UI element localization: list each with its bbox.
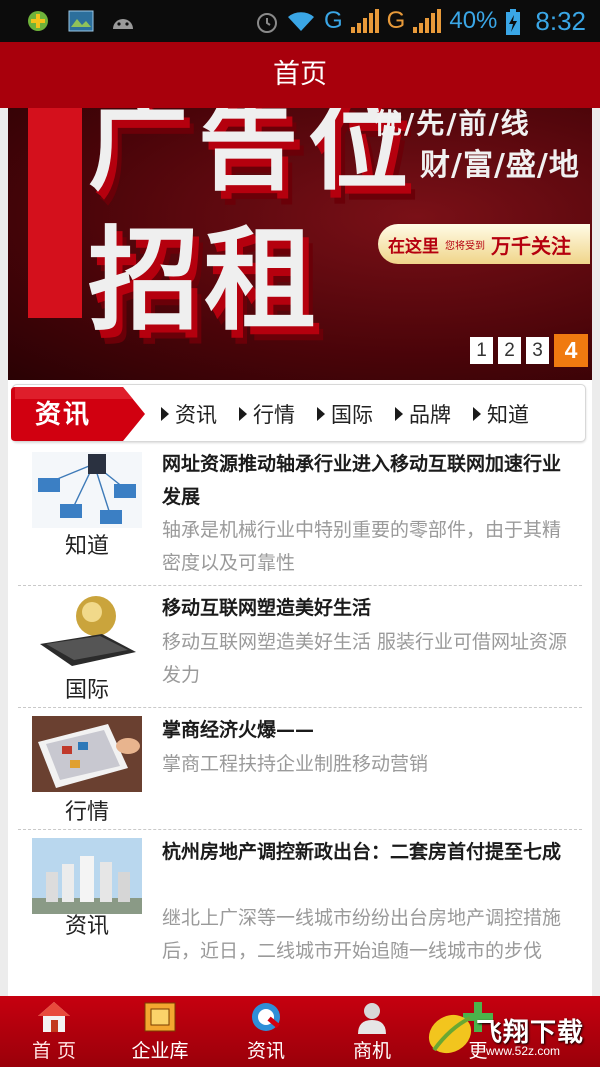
news-thumbnail [32, 838, 142, 914]
ad-banner[interactable]: 广告位 招租 优/先/前/线 财/富/盛/地 在这里 您将受到 万千关注 1 2… [8, 108, 592, 380]
banner-page-2[interactable]: 2 [498, 337, 521, 364]
tab-brand[interactable]: 品牌 [395, 399, 451, 429]
tab-label: 资讯 [246, 1040, 285, 1062]
banner-pill-text-c: 万千关注 [491, 233, 571, 258]
clock: 8:32 [535, 5, 586, 36]
banner-pill: 在这里 您将受到 万千关注 [378, 224, 590, 264]
tab-label: 商机 [352, 1040, 391, 1062]
tab-label: 企业库 [131, 1040, 189, 1062]
watermark-url: www.52z.com [486, 1044, 561, 1058]
home-icon [38, 1002, 70, 1032]
tab-market[interactable]: 行情 [239, 399, 295, 429]
news-desc: 轴承是机械行业中特别重要的零部件，由于其精密度以及可靠性 [162, 519, 562, 574]
watermark-logo: 飞翔下载 www.52z.com [424, 1004, 600, 1064]
list-item[interactable]: 资讯 杭州房地产调控新政出台：二套房首付提至七成 继北上广深等一线城市纷纷出台房… [18, 830, 582, 996]
banner-page-1[interactable]: 1 [470, 337, 493, 364]
news-list: 知道 网址资源推动轴承行业进入移动互联网加速行业发展 轴承是机械行业中特别重要的… [18, 444, 582, 996]
app-notification-icon [26, 9, 50, 33]
news-title: 掌商经济火爆—— [162, 719, 315, 741]
alarm-icon [254, 9, 278, 33]
arrow-right-icon [395, 407, 403, 421]
arrow-right-icon [161, 407, 169, 421]
watermark-leaf-icon [428, 1014, 472, 1054]
tab-international[interactable]: 国际 [317, 399, 373, 429]
arrow-right-icon [239, 407, 247, 421]
list-item[interactable]: 国际 移动互联网塑造美好生活 移动互联网塑造美好生活 服装行业可借网址资源发力 [18, 586, 582, 708]
banner-page-3[interactable]: 3 [526, 337, 549, 364]
category-label: 资讯 [11, 385, 151, 443]
news-thumbnail [32, 452, 142, 528]
list-item[interactable]: 行情 掌商经济火爆—— 掌商工程扶持企业制胜移动营销 [18, 708, 582, 830]
news-tag: 行情 [64, 800, 109, 825]
news-desc: 掌商工程扶持企业制胜移动营销 [162, 753, 429, 775]
signal-icon-1 [350, 9, 379, 33]
news-tag: 国际 [64, 678, 109, 703]
tab-knowhow[interactable]: 知道 [473, 399, 529, 429]
banner-page-4[interactable]: 4 [554, 334, 588, 367]
tab-business[interactable]: 商机 [322, 996, 422, 1067]
news-desc: 继北上广深等一线城市纷纷出台房地产调控措施后，近日，二线城市开始追随一线城市的步… [162, 907, 562, 962]
battery-icon [505, 9, 521, 35]
android-icon [110, 9, 134, 33]
main-content: 广告位 招租 优/先/前/线 财/富/盛/地 在这里 您将受到 万千关注 1 2… [8, 108, 592, 996]
tab-home[interactable]: 首 页 [4, 996, 104, 1067]
news-title: 杭州房地产调控新政出台：二套房首付提至七成 [162, 841, 562, 863]
status-bar: G G 40% 8:32 [0, 0, 600, 42]
signal-icon-2 [413, 9, 442, 33]
news-desc: 移动互联网塑造美好生活 服装行业可借网址资源发力 [162, 631, 568, 686]
tab-news[interactable]: 资讯 [161, 399, 217, 429]
list-item[interactable]: 知道 网址资源推动轴承行业进入移动互联网加速行业发展 轴承是机械行业中特别重要的… [18, 444, 582, 586]
news-thumbnail [32, 716, 142, 792]
news-tag: 知道 [64, 534, 109, 559]
business-icon [358, 1003, 386, 1034]
banner-decor [28, 108, 82, 318]
banner-pill-text-a: 在这里 [388, 236, 439, 257]
news-tag: 资讯 [64, 914, 109, 939]
banner-headline: 招租 [88, 216, 320, 346]
battery-percent: 40% [449, 7, 498, 34]
banner-pager: 1 2 3 4 [470, 334, 588, 367]
wifi-icon [286, 9, 316, 33]
category-tabs: 资讯 行情 国际 品牌 知道 [161, 385, 529, 443]
gallery-notification-icon [68, 9, 94, 33]
banner-slogan-2: 财/富/盛/地 [420, 148, 580, 183]
page-title: 首页 [0, 42, 600, 108]
network-type-2: G [386, 7, 406, 34]
banner-slogan-1: 优/先/前/线 [374, 108, 531, 140]
news-title: 移动互联网塑造美好生活 [162, 597, 372, 619]
network-type-1: G [324, 7, 343, 34]
tab-company[interactable]: 企业库 [110, 996, 210, 1067]
arrow-right-icon [317, 407, 325, 421]
tab-news[interactable]: 资讯 [216, 996, 316, 1067]
category-bar: 资讯 资讯 行情 国际 品牌 知道 [11, 384, 586, 443]
tab-label: 首 页 [31, 1040, 77, 1062]
news-thumbnail [32, 594, 142, 670]
news-icon [252, 1003, 280, 1031]
company-icon [144, 1002, 176, 1032]
arrow-right-icon [473, 407, 481, 421]
banner-pill-text-b: 您将受到 [445, 240, 485, 252]
news-title: 网址资源推动轴承行业进入移动互联网加速行业发展 [162, 453, 562, 508]
